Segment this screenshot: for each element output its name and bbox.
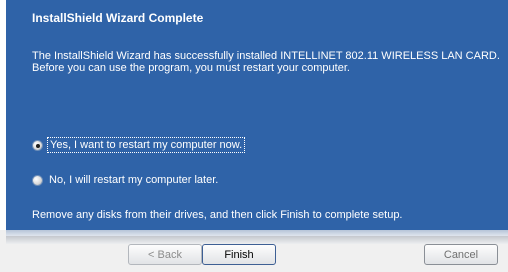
restart-now-option[interactable]: Yes, I want to restart my computer now. (32, 137, 246, 153)
button-bar-separator (6, 236, 508, 244)
wizard-content-panel: InstallShield Wizard Complete The Instal… (6, 0, 508, 230)
restart-now-radio[interactable] (32, 139, 43, 151)
completion-message-line-2: Before you can use the program, you must… (32, 62, 350, 74)
completion-message-line-1: The InstallShield Wizard has successfull… (32, 50, 500, 62)
back-button[interactable]: < Back (128, 244, 202, 265)
wizard-title: InstallShield Wizard Complete (32, 11, 204, 25)
completion-message: The InstallShield Wizard has successfull… (32, 50, 502, 74)
restart-later-label[interactable]: No, I will restart my computer later. (49, 174, 218, 186)
wizard-button-bar: < Back Finish Cancel (0, 230, 508, 272)
remove-disks-note: Remove any disks from their drives, and … (32, 209, 403, 221)
installshield-wizard-dialog: InstallShield Wizard Complete The Instal… (0, 0, 508, 272)
restart-now-label[interactable]: Yes, I want to restart my computer now. (46, 137, 246, 153)
cancel-button[interactable]: Cancel (424, 244, 498, 265)
restart-later-radio[interactable] (32, 174, 43, 186)
finish-button[interactable]: Finish (202, 244, 276, 265)
restart-later-option[interactable]: No, I will restart my computer later. (32, 172, 218, 188)
